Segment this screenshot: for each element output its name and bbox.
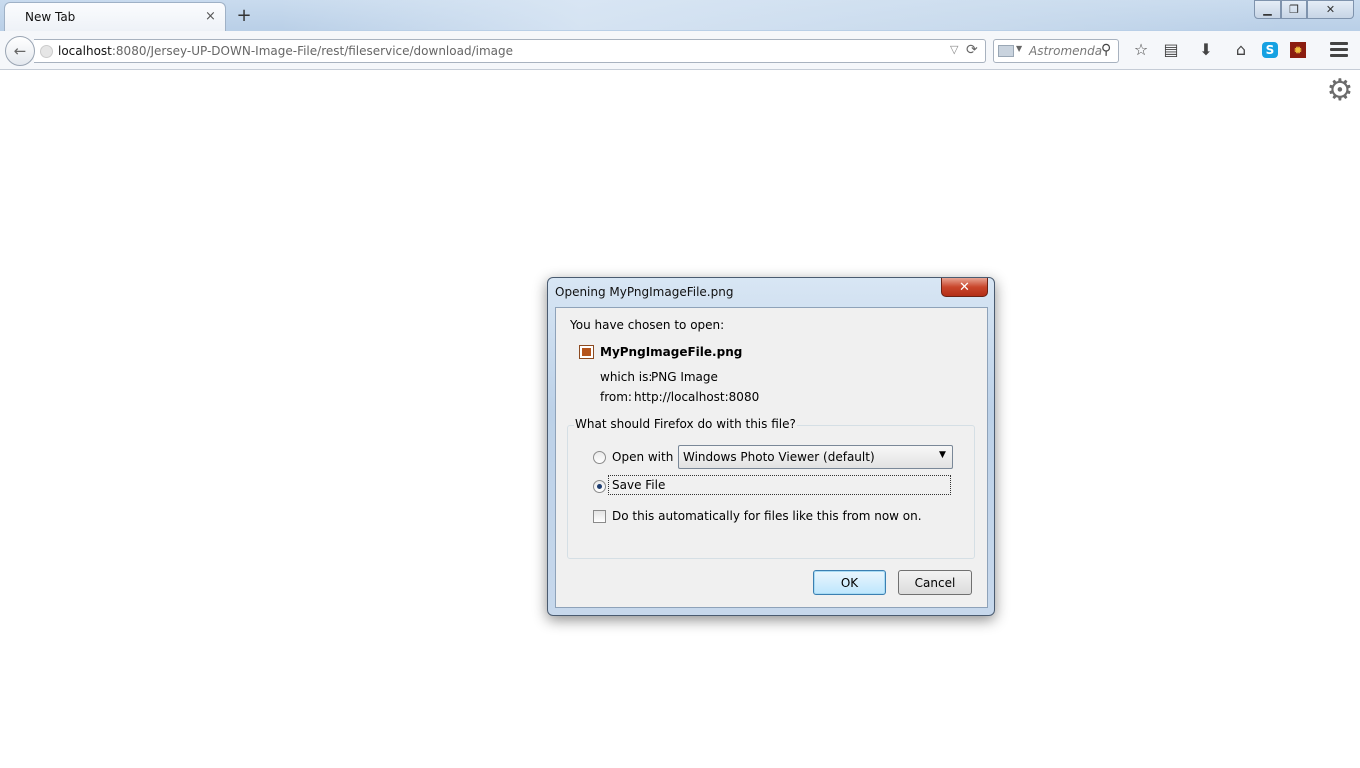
source-url-value: http://localhost:8080 xyxy=(634,390,760,404)
action-question: What should Firefox do with this file? xyxy=(574,417,797,431)
which-is-label: which is: xyxy=(600,370,653,384)
download-dialog: Opening MyPngImageFile.png ✕ You have ch… xyxy=(547,277,995,616)
window-controls: ▁ ❐ ✕ xyxy=(1254,0,1354,19)
skype-icon[interactable]: S xyxy=(1262,42,1278,58)
gear-icon[interactable]: ⚙ xyxy=(1325,76,1355,106)
tab-new-tab[interactable]: New Tab × xyxy=(4,2,226,31)
reload-icon[interactable]: ⟳ xyxy=(966,42,978,58)
url-text[interactable]: localhost:8080/Jersey-UP-DOWN-Image-File… xyxy=(58,44,513,58)
dialog-close-button[interactable]: ✕ xyxy=(941,278,988,297)
url-history-dropdown-icon[interactable]: ▽ xyxy=(950,43,958,56)
auto-action-checkbox[interactable] xyxy=(593,510,606,523)
save-file-label[interactable]: Save File xyxy=(608,475,951,495)
tab-close-icon[interactable]: × xyxy=(205,9,216,24)
open-with-selected-value: Windows Photo Viewer (default) xyxy=(683,450,875,464)
download-icon[interactable]: ⬇ xyxy=(1196,39,1216,59)
from-label: from: xyxy=(600,390,632,404)
ok-button[interactable]: OK xyxy=(813,570,886,595)
minimize-button[interactable]: ▁ xyxy=(1254,0,1281,19)
search-engine-icon[interactable] xyxy=(998,45,1014,57)
star-icon[interactable]: ☆ xyxy=(1131,39,1151,59)
url-path: :8080/Jersey-UP-DOWN-Image-File/rest/fil… xyxy=(111,44,513,58)
open-with-select[interactable]: Windows Photo Viewer (default) ▼ xyxy=(678,445,953,469)
navigation-bar: localhost:8080/Jersey-UP-DOWN-Image-File… xyxy=(0,31,1360,70)
file-type-value: PNG Image xyxy=(651,370,718,384)
addon-icon[interactable]: ✹ xyxy=(1290,42,1306,58)
png-file-icon xyxy=(579,345,594,359)
url-bar[interactable]: localhost:8080/Jersey-UP-DOWN-Image-File… xyxy=(34,39,986,63)
close-icon: ✕ xyxy=(959,279,970,295)
new-tab-button[interactable]: + xyxy=(235,5,253,26)
open-with-radio[interactable] xyxy=(593,451,606,464)
search-input[interactable]: Astromenda xyxy=(1029,44,1102,58)
window-close-button[interactable]: ✕ xyxy=(1307,0,1354,19)
restore-button[interactable]: ❐ xyxy=(1281,0,1307,19)
chosen-label: You have chosen to open: xyxy=(570,318,725,332)
tab-title: New Tab xyxy=(25,10,76,24)
back-button[interactable]: ← xyxy=(5,36,35,66)
url-host: localhost xyxy=(58,44,112,58)
title-bar: New Tab × + ▁ ❐ ✕ xyxy=(0,0,1360,31)
auto-action-label[interactable]: Do this automatically for files like thi… xyxy=(612,509,922,523)
cancel-button[interactable]: Cancel xyxy=(898,570,972,595)
bookmarks-menu-icon[interactable]: ▤ xyxy=(1161,39,1181,59)
search-engine-dropdown-icon[interactable]: ▼ xyxy=(1016,44,1022,53)
chevron-down-icon: ▼ xyxy=(939,450,946,460)
back-arrow-icon: ← xyxy=(13,42,27,60)
file-name: MyPngImageFile.png xyxy=(600,345,743,359)
search-icon[interactable]: ⚲ xyxy=(1101,42,1111,58)
hamburger-menu-icon[interactable] xyxy=(1330,42,1348,57)
title-bar-glass xyxy=(280,0,1280,30)
dialog-title: Opening MyPngImageFile.png xyxy=(555,285,734,299)
dialog-body: You have chosen to open: MyPngImageFile.… xyxy=(555,307,988,608)
save-file-radio[interactable] xyxy=(593,480,606,493)
search-bar[interactable]: ▼ Astromenda ⚲ xyxy=(993,39,1119,63)
open-with-label[interactable]: Open with xyxy=(612,450,673,464)
site-identity-icon[interactable] xyxy=(40,45,53,58)
home-icon[interactable]: ⌂ xyxy=(1231,39,1251,59)
